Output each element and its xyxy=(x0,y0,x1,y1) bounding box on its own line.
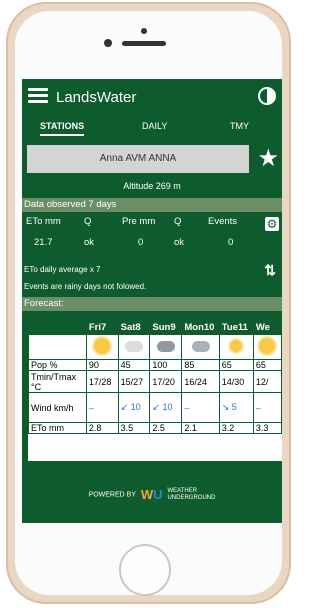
header-q2: Q xyxy=(174,216,182,227)
sensor-dot xyxy=(141,28,147,34)
theme-toggle-icon[interactable] xyxy=(258,87,276,105)
powered-by-label: POWERED BY xyxy=(88,491,136,499)
cell: 2.8 xyxy=(85,422,119,434)
sun-icon xyxy=(259,338,276,354)
cell: 3.5 xyxy=(117,422,151,434)
observed-headers: ETo mm Q Pre mm Q Events xyxy=(22,216,262,230)
cell: 16/24 xyxy=(181,370,220,393)
weather-cell xyxy=(181,334,220,360)
tab-stations[interactable]: STATIONS xyxy=(40,121,85,136)
forecast-grid: Fri7 Sat8 Sun9 Mon10 Tue11 We Pop % 90 4… xyxy=(28,319,282,434)
header-q1: Q xyxy=(84,216,92,227)
day-header: Sun9 xyxy=(149,319,183,335)
day-header: We xyxy=(252,319,282,335)
cell: 17/20 xyxy=(149,370,183,393)
hamburger-menu-icon[interactable] xyxy=(28,88,48,104)
day-header: Mon10 xyxy=(181,319,220,335)
brand-line-2: UNDERGROUND xyxy=(167,494,216,501)
header-pre: Pre mm xyxy=(122,216,156,227)
cell: 85 xyxy=(181,359,220,371)
sort-arrows-icon[interactable]: ⇅ xyxy=(264,262,276,279)
weather-cell xyxy=(117,334,151,360)
observed-section-header: Data observed 7 days xyxy=(22,198,282,212)
header-eto: ETo mm xyxy=(26,216,61,227)
cloud-rain-icon xyxy=(191,340,210,352)
tab-daily[interactable]: DAILY xyxy=(142,121,167,131)
wind-cell: ↘ 5 xyxy=(218,392,254,423)
altitude-label: Altitude 269 m xyxy=(123,181,181,191)
tab-bar: STATIONS DAILY TMY xyxy=(22,117,282,139)
forecast-section-header: Forecast: xyxy=(22,297,282,311)
cell: 45 xyxy=(117,359,151,371)
day-header: Tue11 xyxy=(218,319,254,335)
day-header: Sat8 xyxy=(117,319,151,335)
sun-icon xyxy=(94,338,111,354)
observed-values: 21.7 ok 0 ok 0 xyxy=(22,237,262,251)
wind-cell: ↙ 10 xyxy=(117,392,151,423)
row-label: Pop % xyxy=(28,359,87,371)
wind-cell: – xyxy=(181,392,220,423)
value-pre: 0 xyxy=(138,237,144,248)
cell: 65 xyxy=(252,359,282,371)
cell: 17/28 xyxy=(85,370,119,393)
weather-cell xyxy=(218,334,254,360)
forecast-table: Fri7 Sat8 Sun9 Mon10 Tue11 We Pop % 90 4… xyxy=(28,319,282,461)
brand-line-1: WEATHER xyxy=(167,487,198,494)
cell: 2.1 xyxy=(181,422,220,434)
sun-rain-icon xyxy=(230,340,243,352)
cell: 3.3 xyxy=(252,422,282,434)
header-events: Events xyxy=(208,216,238,227)
forecast-corner xyxy=(28,319,87,335)
powered-by-footer[interactable]: POWERED BY WU WEATHER UNDERGROUND xyxy=(22,487,282,502)
cell: 90 xyxy=(85,359,119,371)
station-selector[interactable]: Anna AVM ANNA xyxy=(27,145,249,173)
settings-gear-icon[interactable]: ⚙ xyxy=(265,217,279,231)
weather-label-cell xyxy=(28,334,87,360)
wind-cell: – xyxy=(252,392,282,423)
cell: 15/27 xyxy=(117,370,151,393)
weather-cell xyxy=(85,334,119,360)
cloud-rain-icon xyxy=(156,340,175,352)
weather-underground-logo-icon: WU xyxy=(140,487,163,502)
weather-cell xyxy=(252,334,282,360)
events-note: Events are rainy days not folowed. xyxy=(24,282,147,291)
cell: 2.5 xyxy=(149,422,183,434)
value-events: 0 xyxy=(228,237,234,248)
cell: 12/ xyxy=(252,370,282,393)
cell: 65 xyxy=(218,359,254,371)
cell: 14/30 xyxy=(218,370,254,393)
tab-tmy[interactable]: TMY xyxy=(230,121,249,131)
value-q1: ok xyxy=(84,237,95,248)
earpiece-speaker xyxy=(122,41,166,46)
app-title: LandsWater xyxy=(56,89,137,106)
wind-cell: – xyxy=(85,392,119,423)
weather-cell xyxy=(149,334,183,360)
row-label: ETo mm xyxy=(28,422,87,434)
cell: 100 xyxy=(149,359,183,371)
value-eto: 21.7 xyxy=(34,237,53,248)
front-camera xyxy=(104,39,112,47)
home-button[interactable] xyxy=(119,544,171,596)
eto-average-note: ETo daily average x 7 xyxy=(24,265,101,274)
favorite-star-icon[interactable]: ★ xyxy=(257,147,279,171)
sun-cloud-icon xyxy=(125,340,143,352)
day-header: Fri7 xyxy=(85,319,119,335)
cell: 3.2 xyxy=(218,422,254,434)
wind-cell: ↙ 10 xyxy=(149,392,183,423)
row-label: Wind km/h xyxy=(28,392,87,423)
value-q2: ok xyxy=(174,237,185,248)
app-screen: LandsWater STATIONS DAILY TMY Anna AVM A… xyxy=(22,79,282,523)
row-label: Tmin/Tmax °C xyxy=(28,370,87,393)
brand-text: WEATHER UNDERGROUND xyxy=(167,488,215,502)
app-bar: LandsWater xyxy=(22,79,282,117)
